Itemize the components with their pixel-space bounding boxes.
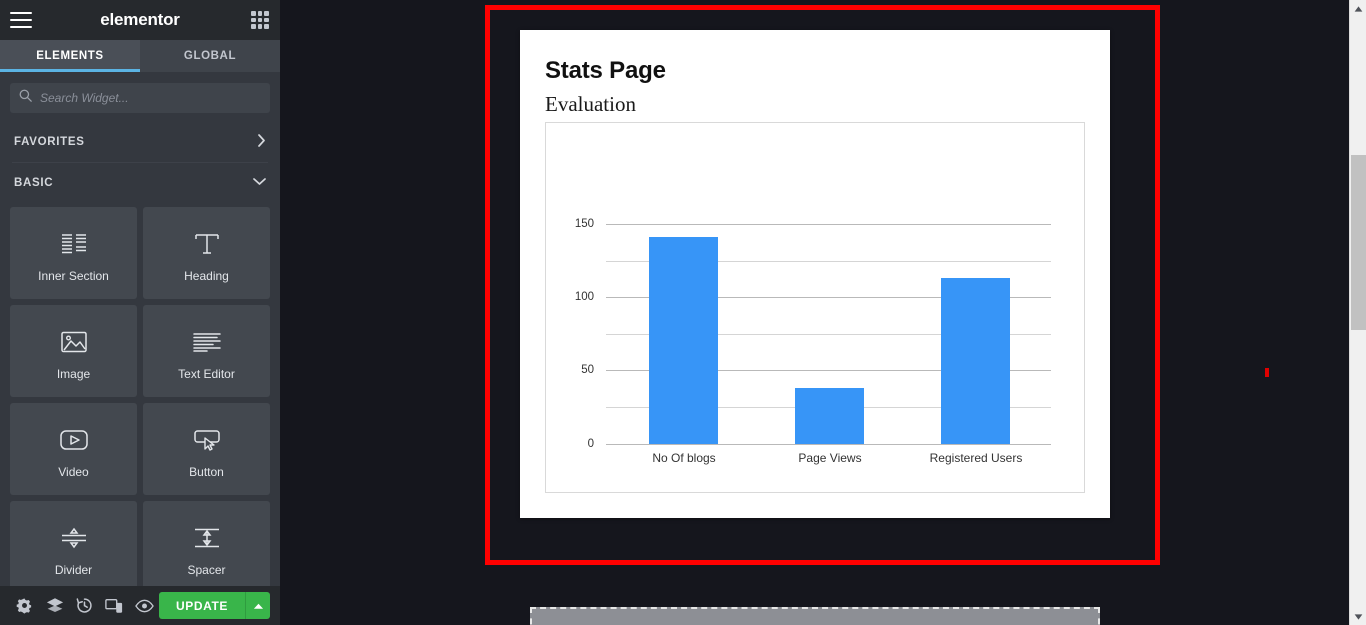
gridline-150 bbox=[606, 224, 1051, 225]
responsive-mode-icon[interactable] bbox=[99, 586, 129, 625]
navigator-layers-icon[interactable] bbox=[40, 586, 70, 625]
chart-container[interactable]: 150 100 50 0 No Of blogs Page Views Regi… bbox=[545, 122, 1085, 493]
video-play-icon bbox=[59, 420, 88, 460]
widget-label: Divider bbox=[54, 562, 93, 577]
panel-footer-toolbar: UPDATE bbox=[0, 586, 280, 625]
widget-text-editor[interactable]: Text Editor bbox=[143, 305, 270, 397]
bar-page-views[interactable] bbox=[795, 388, 864, 444]
ytick-label-150: 150 bbox=[574, 218, 594, 230]
image-icon bbox=[60, 322, 87, 362]
tab-elements[interactable]: ELEMENTS bbox=[0, 40, 140, 72]
widget-spacer[interactable]: Spacer bbox=[143, 501, 270, 586]
tab-global[interactable]: GLOBAL bbox=[140, 40, 280, 72]
search-widget-container bbox=[0, 72, 280, 122]
divider-icon bbox=[60, 518, 88, 558]
search-icon bbox=[19, 89, 32, 107]
heading-t-icon bbox=[194, 224, 220, 264]
section-basic[interactable]: BASIC bbox=[0, 163, 280, 203]
panel-header: elementor bbox=[0, 0, 280, 40]
section-favorites[interactable]: FAVORITES bbox=[0, 122, 280, 162]
widget-inner-section[interactable]: Inner Section bbox=[10, 207, 137, 299]
elementor-panel: elementor ELEMENTS GLOBAL F bbox=[0, 0, 280, 625]
scrollbar-up-arrow-icon[interactable] bbox=[1350, 0, 1366, 17]
xtick-label-0: No Of blogs bbox=[652, 451, 716, 465]
xtick-label-1: Page Views bbox=[798, 451, 862, 465]
panel-body: FAVORITES BASIC Inner Section Heading Im… bbox=[0, 122, 280, 586]
widget-button[interactable]: Button bbox=[143, 403, 270, 495]
app-root: elementor ELEMENTS GLOBAL F bbox=[0, 0, 1366, 625]
elementor-logo-text: elementor bbox=[100, 10, 180, 29]
text-editor-icon bbox=[192, 322, 221, 362]
scrollbar-thumb[interactable] bbox=[1351, 155, 1366, 330]
section-basic-label: BASIC bbox=[14, 177, 54, 189]
stats-page-card[interactable]: Stats Page Evaluation 150 100 50 0 No Of… bbox=[520, 30, 1110, 518]
page-scrollbar[interactable] bbox=[1349, 0, 1366, 625]
widget-label: Heading bbox=[184, 268, 229, 283]
bar-registered-users[interactable] bbox=[941, 278, 1010, 444]
bar-no-of-blogs[interactable] bbox=[649, 237, 718, 444]
grid-apps-icon[interactable] bbox=[251, 11, 269, 29]
page-title: Stats Page bbox=[545, 57, 666, 84]
widget-label: Spacer bbox=[187, 562, 226, 577]
history-clock-icon[interactable] bbox=[70, 586, 100, 625]
button-cursor-icon bbox=[193, 420, 221, 460]
widget-heading[interactable]: Heading bbox=[143, 207, 270, 299]
drop-area-placeholder[interactable] bbox=[530, 607, 1100, 625]
bar-chart: 150 100 50 0 No Of blogs Page Views Regi… bbox=[546, 123, 1084, 492]
chevron-down-icon bbox=[253, 177, 266, 189]
xtick-label-2: Registered Users bbox=[929, 451, 1023, 465]
search-input[interactable] bbox=[40, 91, 261, 105]
widget-label: Button bbox=[189, 464, 224, 479]
page-subtitle: Evaluation bbox=[545, 92, 636, 116]
scrollbar-down-arrow-icon[interactable] bbox=[1350, 608, 1366, 625]
preview-eye-icon[interactable] bbox=[129, 586, 159, 625]
widget-label: Image bbox=[56, 366, 91, 381]
widget-divider[interactable]: Divider bbox=[10, 501, 137, 586]
widget-video[interactable]: Video bbox=[10, 403, 137, 495]
widget-grid: Inner Section Heading Image Text Editor … bbox=[0, 203, 280, 586]
widget-label: Text Editor bbox=[178, 366, 235, 381]
ytick-label-100: 100 bbox=[574, 291, 594, 303]
chevron-right-icon bbox=[257, 134, 266, 150]
canvas-marker bbox=[1265, 368, 1269, 377]
ytick-label-0: 0 bbox=[587, 438, 594, 450]
search-box[interactable] bbox=[10, 83, 270, 113]
panel-tabs: ELEMENTS GLOBAL bbox=[0, 40, 280, 72]
ytick-label-50: 50 bbox=[581, 364, 594, 376]
spacer-icon bbox=[193, 518, 221, 558]
settings-gear-icon[interactable] bbox=[10, 586, 40, 625]
widget-label: Inner Section bbox=[38, 268, 109, 283]
section-favorites-label: FAVORITES bbox=[14, 136, 85, 148]
widget-label: Video bbox=[58, 464, 89, 479]
update-options-caret-icon[interactable] bbox=[245, 592, 271, 619]
update-button-group: UPDATE bbox=[158, 592, 271, 619]
widget-image[interactable]: Image bbox=[10, 305, 137, 397]
editor-canvas: Stats Page Evaluation 150 100 50 0 No Of… bbox=[280, 0, 1366, 625]
hamburger-icon[interactable] bbox=[10, 12, 32, 28]
gridline-0-axis bbox=[606, 444, 1051, 445]
inner-section-icon bbox=[61, 224, 87, 264]
update-button[interactable]: UPDATE bbox=[158, 592, 246, 619]
